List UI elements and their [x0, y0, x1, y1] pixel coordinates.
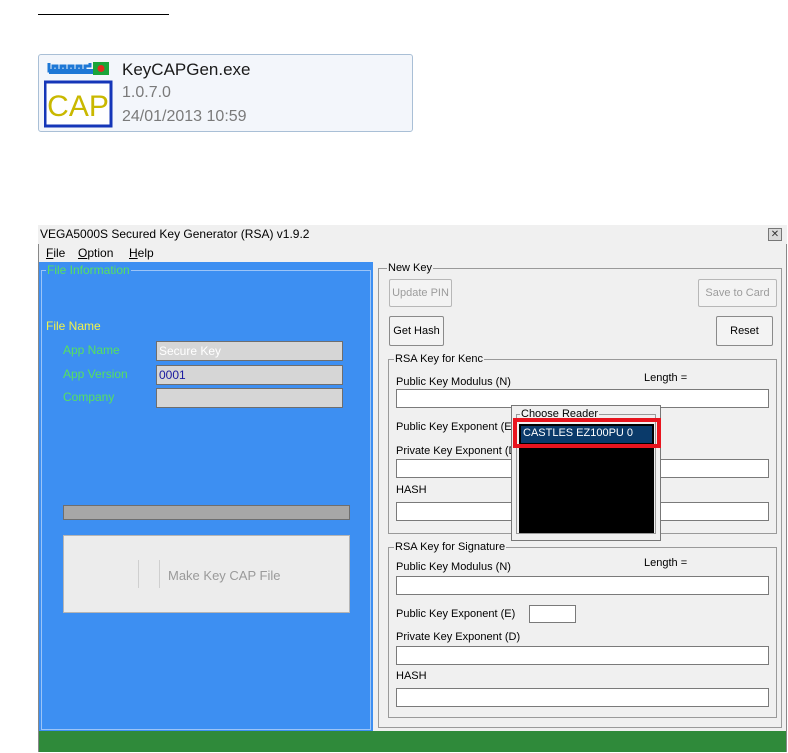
close-icon: ✕: [770, 229, 780, 240]
file-name: KeyCAPGen.exe: [122, 60, 251, 79]
app-icon-text: CAP: [47, 90, 109, 123]
file-date: 24/01/2013 10:59: [122, 108, 247, 125]
kenc-exponent-label: Public Key Exponent (E): [396, 421, 516, 433]
window-title: VEGA5000S Secured Key Generator (RSA) v1…: [40, 227, 310, 241]
sig-private-label: Private Key Exponent (D): [396, 631, 521, 643]
sig-hash-input[interactable]: [396, 688, 769, 707]
kenc-hash-label: HASH: [396, 484, 427, 496]
file-information-title: File Information: [46, 263, 131, 277]
file-information-group: [41, 270, 371, 730]
sig-modulus-label: Public Key Modulus (N): [396, 561, 511, 573]
rsa-kenc-title: RSA Key for Kenc: [394, 353, 485, 365]
progress-bar: [63, 505, 350, 520]
company-label: Company: [63, 390, 115, 404]
sig-hash-label: HASH: [396, 670, 427, 682]
file-name-label: File Name: [46, 319, 101, 333]
new-key-title: New Key: [387, 262, 434, 274]
rsa-signature-title: RSA Key for Signature: [394, 541, 507, 553]
app-name-field[interactable]: Secure Key: [156, 341, 343, 361]
close-button[interactable]: ✕: [768, 228, 782, 241]
app-version-label: App Version: [63, 367, 128, 381]
sig-private-input[interactable]: [396, 646, 769, 665]
update-pin-button[interactable]: Update PIN: [389, 279, 452, 307]
make-button-icon-placeholder: [138, 560, 160, 588]
sig-exponent-input[interactable]: [529, 605, 576, 623]
kenc-modulus-label: Public Key Modulus (N): [396, 376, 511, 388]
menu-help[interactable]: Help: [129, 246, 154, 260]
highlight-box: [513, 418, 661, 448]
menu-file[interactable]: File: [46, 246, 65, 260]
app-version-field[interactable]: 0001: [156, 365, 343, 385]
status-bar: [39, 731, 786, 752]
save-to-card-button[interactable]: Save to Card: [698, 279, 777, 307]
company-field[interactable]: [156, 388, 343, 408]
reset-button[interactable]: Reset: [716, 316, 773, 346]
make-key-cap-file-label: Make Key CAP File: [168, 568, 281, 583]
sig-exponent-label: Public Key Exponent (E): [396, 608, 516, 620]
sig-length-label: Length =: [644, 557, 688, 569]
kenc-length-label: Length =: [644, 372, 688, 384]
file-version: 1.0.7.0: [122, 84, 171, 101]
kenc-private-label: Private Key Exponent (D): [396, 445, 521, 457]
menu-option[interactable]: Option: [78, 246, 113, 260]
keycapgen-app-icon: CAP: [44, 62, 113, 128]
sig-modulus-input[interactable]: [396, 576, 769, 595]
top-rule: [38, 14, 169, 15]
get-hash-button[interactable]: Get Hash: [389, 316, 444, 346]
app-name-label: App Name: [63, 343, 120, 357]
